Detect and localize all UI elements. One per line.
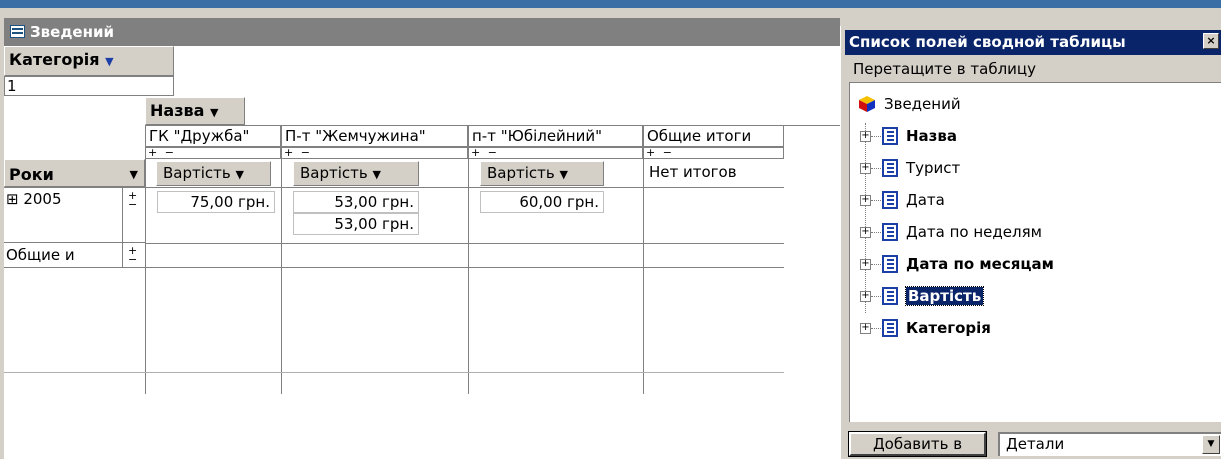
- window-title-bar[interactable]: Зведений: [4, 18, 840, 46]
- field-icon: [882, 191, 898, 209]
- expand-collapse[interactable]: + −: [468, 147, 643, 159]
- expand-icon[interactable]: +: [860, 195, 871, 206]
- filter-field-button[interactable]: Категорія ▼: [4, 46, 174, 76]
- dropdown-arrow-icon: ▼: [209, 106, 219, 119]
- pivot-window: Зведений Категорія ▼ 1 Назва ▼ ГК "Дружб…: [0, 18, 840, 459]
- field-list-item-label: Категорія: [906, 319, 991, 337]
- row-expand-collapse[interactable]: + −: [122, 243, 145, 267]
- value-cell: 75,00 грн.: [157, 191, 275, 213]
- field-list-item-label: Вартість: [904, 286, 985, 306]
- value-cell: 60,00 грн.: [480, 191, 604, 213]
- field-list-item-label: Дата по неделям: [906, 223, 1042, 241]
- tree-connector: [871, 328, 881, 329]
- expand-icon[interactable]: +: [860, 163, 871, 174]
- field-tree: Зведений + Назва + Турист + Дата + Дата по неде…: [849, 82, 1221, 422]
- cube-icon: [859, 96, 875, 112]
- row-field-button[interactable]: Роки ▼: [4, 159, 145, 187]
- window-title: Зведений: [30, 23, 114, 41]
- grid-line: [145, 243, 784, 244]
- tree-connector: [871, 264, 881, 265]
- field-list-item[interactable]: + Вартість: [860, 285, 1200, 307]
- field-icon: [882, 127, 898, 145]
- field-list-item[interactable]: + Дата по месяцам: [860, 253, 1200, 275]
- value-cell: 53,00 грн.: [293, 191, 419, 213]
- field-list-title: Список полей сводной таблицы: [849, 33, 1126, 51]
- field-icon: [882, 255, 898, 273]
- field-list-item[interactable]: + Турист: [860, 157, 1200, 179]
- data-field-label: Вартість: [163, 164, 231, 182]
- field-list-item[interactable]: + Назва: [860, 125, 1200, 147]
- dropdown-arrow-icon: ▼: [372, 168, 381, 181]
- desktop-strip: [0, 0, 1221, 8]
- field-list-item[interactable]: + Категорія: [860, 317, 1200, 339]
- tree-connector: [871, 200, 881, 201]
- grid-line: [4, 372, 784, 373]
- grid-line: [4, 267, 784, 268]
- data-field-button[interactable]: Вартість ▼: [480, 161, 604, 186]
- filter-value: 1: [4, 76, 174, 96]
- field-list-item[interactable]: + Дата по неделям: [860, 221, 1200, 243]
- field-list-panel: Список полей сводной таблицы × Перетащит…: [840, 26, 1221, 459]
- area-select-value: Детали: [1006, 435, 1065, 453]
- field-list-item-label: Турист: [906, 159, 961, 177]
- data-field-label: Вартість: [487, 164, 555, 182]
- grid-line: [468, 159, 469, 394]
- expand-icon[interactable]: +: [860, 131, 871, 142]
- dropdown-arrow-icon: ▼: [129, 168, 138, 181]
- field-list-item-label: Дата: [906, 191, 945, 209]
- data-field-button[interactable]: Вартість ▼: [156, 161, 271, 186]
- expand-icon[interactable]: +: [860, 259, 871, 270]
- grid-line: [145, 159, 146, 394]
- grid-line: [643, 159, 644, 394]
- no-totals-label: Нет итогов: [649, 163, 737, 181]
- data-field-button[interactable]: Вартість ▼: [293, 161, 419, 186]
- grand-total-label: Общие и: [6, 246, 75, 264]
- dropdown-arrow-icon: ▼: [105, 55, 114, 68]
- tree-connector: [871, 168, 881, 169]
- expand-icon[interactable]: +: [860, 291, 871, 302]
- expand-collapse[interactable]: + −: [281, 147, 468, 159]
- row-item-2005[interactable]: ⊞ 2005: [4, 187, 122, 243]
- tree-connector: [871, 296, 881, 297]
- tree-connector: [871, 232, 881, 233]
- row-field-label: Роки: [9, 165, 54, 184]
- data-field-label: Вартість: [300, 164, 368, 182]
- field-icon: [882, 319, 898, 337]
- close-icon[interactable]: ×: [1203, 33, 1219, 49]
- column-field-button[interactable]: Назва ▼: [145, 97, 245, 125]
- form-icon: [10, 25, 25, 38]
- column-field-label: Назва: [150, 101, 205, 120]
- expand-collapse[interactable]: + −: [145, 147, 281, 159]
- expand-icon[interactable]: +: [860, 323, 871, 334]
- instruction-text: Перетащите в таблицу: [853, 60, 1037, 78]
- field-icon: [882, 223, 898, 241]
- area-select[interactable]: Детали ▼: [998, 432, 1221, 456]
- column-header[interactable]: п-т "Юбілейний": [468, 125, 643, 147]
- row-expand-collapse[interactable]: + −: [122, 187, 145, 243]
- tree-root-label: Зведений: [884, 95, 961, 113]
- field-icon: [882, 159, 898, 177]
- column-header[interactable]: ГК "Дружба": [145, 125, 281, 147]
- field-list-item-label: Дата по месяцам: [906, 255, 1054, 273]
- value-cell: 53,00 грн.: [293, 213, 419, 235]
- expand-collapse[interactable]: + −: [643, 147, 784, 159]
- dropdown-arrow-icon: ▼: [235, 168, 244, 181]
- tree-connector: [871, 136, 881, 137]
- field-icon: [882, 287, 898, 305]
- pivot-table: Категорія ▼ 1 Назва ▼ ГК "Дружба" П-т "Ж…: [4, 46, 840, 459]
- field-list-item[interactable]: + Дата: [860, 189, 1200, 211]
- grid-line: [281, 159, 282, 394]
- chevron-down-icon[interactable]: ▼: [1202, 435, 1220, 454]
- filter-field-label: Категорія: [9, 50, 100, 69]
- add-to-button[interactable]: Добавить в: [848, 431, 987, 457]
- field-list-item-label: Назва: [906, 127, 958, 145]
- expand-icon[interactable]: +: [860, 227, 871, 238]
- column-header[interactable]: П-т "Жемчужина": [281, 125, 468, 147]
- field-list-title-bar[interactable]: Список полей сводной таблицы ×: [845, 30, 1221, 55]
- column-header: Общие итоги: [643, 125, 784, 147]
- dropdown-arrow-icon: ▼: [559, 168, 568, 181]
